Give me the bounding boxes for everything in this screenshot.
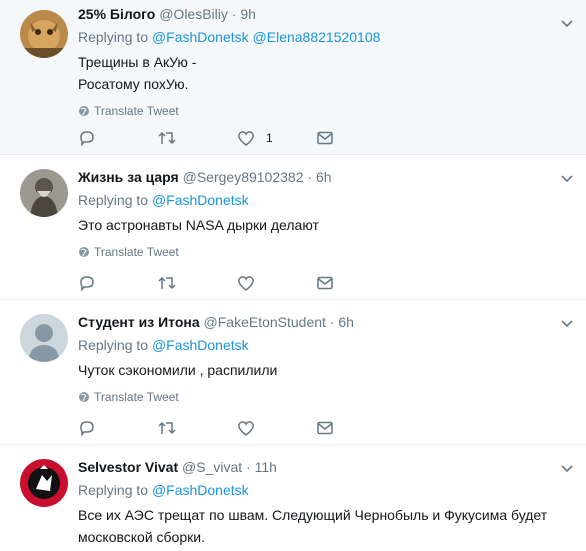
like-button[interactable]: [236, 419, 256, 437]
retweet-button[interactable]: [157, 419, 177, 437]
like-button[interactable]: [236, 274, 256, 292]
like-icon: [238, 131, 254, 146]
mention-link[interactable]: @FashDonetsk: [152, 192, 249, 208]
globe-icon: [79, 392, 89, 402]
reply-icon: [80, 421, 94, 437]
avatar[interactable]: [20, 169, 68, 217]
tweet-text-line: Чуток сэкономили , распилили: [78, 362, 278, 378]
retweet-button[interactable]: [157, 274, 177, 292]
like-button[interactable]: 1: [236, 129, 273, 147]
tweet-header: Selvestor Vivat @S_vivat · 11h: [78, 457, 570, 477]
retweet-button[interactable]: [157, 129, 177, 147]
tweet-text-line: Росатому похУю.: [78, 76, 189, 92]
translate-label[interactable]: Translate Tweet: [94, 103, 179, 119]
display-name[interactable]: Студент из Итона: [78, 314, 200, 330]
timestamp[interactable]: 6h: [316, 169, 332, 185]
message-icon: [317, 131, 333, 145]
tweet-4[interactable]: Selvestor Vivat @S_vivat · 11h Replying …: [0, 445, 586, 551]
like-count: 1: [266, 131, 273, 145]
message-icon: [317, 421, 333, 435]
tweet-text-line: московской сборки.: [78, 529, 205, 545]
tweet-text: Чуток сэкономили , распилили: [78, 359, 570, 381]
mention-link[interactable]: @FashDonetsk: [152, 337, 249, 353]
translate-tweet-link[interactable]: Translate Tweet: [78, 389, 570, 405]
replying-to: Replying to @FashDonetsk: [78, 480, 570, 500]
translate-tweet-link[interactable]: Translate Tweet: [78, 103, 570, 119]
tweet-2[interactable]: Жизнь за царя @Sergey89102382 · 6h Reply…: [0, 155, 586, 300]
avatar[interactable]: [20, 10, 68, 58]
retweet-icon: [158, 276, 176, 290]
reply-button[interactable]: [78, 129, 96, 147]
reply-button[interactable]: [78, 274, 96, 292]
message-icon: [317, 276, 333, 290]
mention-link[interactable]: @FashDonetsk: [152, 29, 249, 45]
direct-message-button[interactable]: [316, 274, 334, 292]
display-name[interactable]: 25% Білого: [78, 6, 155, 22]
replying-to-label: Replying to: [78, 337, 149, 353]
replying-to-label: Replying to: [78, 29, 149, 45]
tweet-1[interactable]: 25% Білого @OlesBiliy · 9h Replying to @…: [0, 0, 586, 155]
user-handle[interactable]: @Sergey89102382: [183, 169, 304, 185]
direct-message-button[interactable]: [316, 129, 334, 147]
user-handle[interactable]: @FakeEtonStudent: [204, 314, 326, 330]
translate-label[interactable]: Translate Tweet: [94, 389, 179, 405]
mention-link[interactable]: @Elena8821520108: [253, 29, 381, 45]
separator-dot: ·: [307, 169, 313, 185]
replying-to: Replying to @FashDonetsk: [78, 190, 570, 210]
separator-dot: ·: [246, 459, 251, 475]
tweet-text: Трещины в АкУю - Росатому похУю.: [78, 51, 570, 95]
tweet-text-line: Все их АЭС трещат по швам. Следующий Чер…: [78, 507, 548, 523]
mention-link[interactable]: @FashDonetsk: [152, 482, 249, 498]
timestamp[interactable]: 9h: [240, 6, 256, 22]
tweet-text: Это астронавты NASA дырки делают: [78, 214, 570, 236]
tweet-3[interactable]: Студент из Итона @FakeEtonStudent · 6h R…: [0, 300, 586, 445]
reply-icon: [80, 131, 94, 147]
tweet-header: Студент из Итона @FakeEtonStudent · 6h: [78, 312, 570, 332]
globe-icon: [79, 247, 89, 257]
avatar[interactable]: [20, 314, 68, 362]
tweet-header: 25% Білого @OlesBiliy · 9h: [78, 4, 570, 24]
replying-to: Replying to @FashDonetsk: [78, 335, 570, 355]
retweet-icon: [158, 131, 176, 145]
replying-to-label: Replying to: [78, 192, 149, 208]
globe-icon: [79, 106, 89, 116]
like-icon: [238, 276, 254, 291]
reply-button[interactable]: [78, 419, 96, 437]
display-name[interactable]: Selvestor Vivat: [78, 459, 178, 475]
translate-tweet-link[interactable]: Translate Tweet: [78, 244, 570, 260]
timestamp[interactable]: 11h: [255, 459, 277, 475]
translate-label[interactable]: Translate Tweet: [94, 244, 179, 260]
direct-message-button[interactable]: [316, 419, 334, 437]
tweet-text-line: Это астронавты NASA дырки делают: [78, 217, 319, 233]
replying-to-label: Replying to: [78, 482, 149, 498]
tweet-header: Жизнь за царя @Sergey89102382 · 6h: [78, 167, 570, 187]
tweet-text: Все их АЭС трещат по швам. Следующий Чер…: [78, 504, 570, 548]
tweet-text-line: Трещины в АкУю -: [78, 54, 197, 70]
display-name[interactable]: Жизнь за царя: [78, 169, 179, 185]
replying-to: Replying to @FashDonetsk @Elena882152010…: [78, 27, 570, 47]
user-handle[interactable]: @S_vivat: [182, 459, 242, 475]
like-icon: [238, 421, 254, 436]
retweet-icon: [158, 421, 176, 435]
avatar[interactable]: [20, 459, 68, 507]
reply-icon: [80, 276, 94, 292]
user-handle[interactable]: @OlesBiliy: [159, 6, 228, 22]
timestamp[interactable]: 6h: [338, 314, 354, 330]
separator-dot: ·: [329, 314, 335, 330]
separator-dot: ·: [231, 6, 237, 22]
